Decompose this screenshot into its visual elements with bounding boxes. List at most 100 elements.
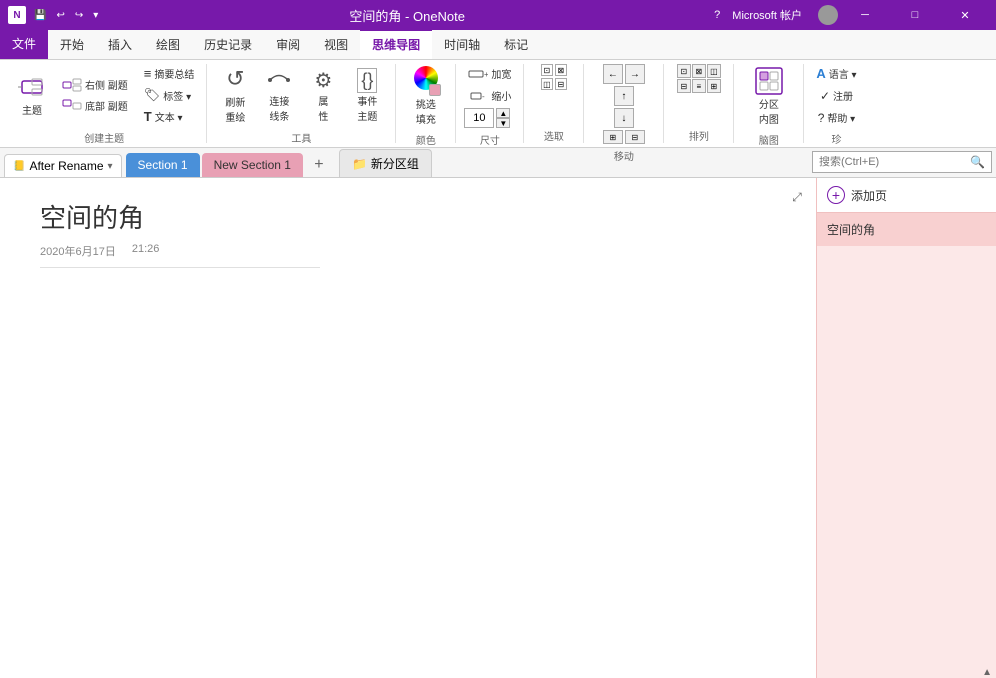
- arrange-btn-5[interactable]: ≡: [692, 79, 706, 93]
- page-date: 2020年6月17日: [40, 243, 116, 259]
- arrange-btn-4[interactable]: ⊟: [677, 79, 691, 93]
- right-sub-icon: [62, 78, 82, 92]
- number-down-button[interactable]: ▼: [496, 118, 510, 128]
- titlebar: N 💾 ↩ ↪ ▾ 空间的角 - OneNote ? Microsoft 帐户 …: [0, 0, 996, 30]
- add-page-button[interactable]: + 添加页: [817, 178, 996, 213]
- main-theme-button[interactable]: 主题: [10, 71, 54, 119]
- page-content: ⤢ 空间的角 2020年6月17日 21:26: [0, 178, 816, 678]
- ribbon-collapse-button[interactable]: ▲: [982, 667, 992, 678]
- shrink-button[interactable]: - 缩小: [464, 86, 515, 105]
- tools-buttons: ↺ 刷新重绘 连接线条 ⚙ 属性 {} 事件主题: [215, 64, 387, 126]
- ribbon-group-mindmap: 分区内图 脑图: [734, 64, 804, 143]
- number-up-button[interactable]: ▲: [496, 108, 510, 118]
- tab-view[interactable]: 视图: [312, 31, 360, 59]
- tab-home[interactable]: 开始: [48, 31, 96, 59]
- arrange-btn-3[interactable]: ◫: [707, 64, 721, 78]
- page-title: 空间的角: [40, 198, 776, 235]
- arrange-btn-6[interactable]: ⊞: [707, 79, 721, 93]
- select-btn-4[interactable]: ⊟: [555, 78, 567, 90]
- create-theme-buttons: 主题 右侧 副题 底部 副题: [10, 64, 198, 126]
- connect-button[interactable]: 连接线条: [259, 65, 299, 125]
- page-item-1[interactable]: 空间的角: [817, 213, 996, 246]
- main-theme-label: 主题: [22, 102, 42, 117]
- tab-file[interactable]: 文件: [0, 29, 48, 59]
- refresh-label: 刷新重绘: [225, 94, 245, 124]
- close-button[interactable]: ✕: [942, 0, 988, 30]
- section-tab-1[interactable]: Section 1: [126, 153, 200, 177]
- search-icon[interactable]: 🔍: [970, 155, 985, 169]
- notebook-tab[interactable]: 📒 After Rename ▾: [4, 154, 122, 177]
- add-width-button[interactable]: + 加宽: [464, 64, 515, 83]
- tab-review[interactable]: 审阅: [264, 31, 312, 59]
- help-btn[interactable]: ? 帮助 ▾: [814, 108, 860, 127]
- select-btn-1[interactable]: ⊡: [541, 64, 553, 76]
- section-tab-new[interactable]: New Section 1: [202, 153, 303, 177]
- titlebar-left: N 💾 ↩ ↪ ▾: [8, 6, 100, 24]
- event-theme-label: 事件主题: [357, 93, 377, 123]
- move-controls: ← → ↑ ↓ ⊞ ⊟: [603, 64, 645, 144]
- minimize-button[interactable]: ─: [842, 0, 888, 30]
- svg-text:-: -: [482, 92, 485, 101]
- quick-access-more[interactable]: ▾: [91, 10, 100, 21]
- section-tabs-bar: 📒 After Rename ▾ Section 1 New Section 1…: [0, 148, 996, 178]
- move-extra-2[interactable]: ⊟: [625, 130, 645, 144]
- register-button[interactable]: ✓ 注册: [816, 86, 857, 105]
- register-label: 注册: [833, 88, 853, 103]
- properties-label: 属性: [318, 93, 328, 123]
- help-button[interactable]: ?: [714, 9, 720, 21]
- arrange-btn-2[interactable]: ⊠: [692, 64, 706, 78]
- language-button[interactable]: A 语言 ▾: [812, 64, 860, 83]
- rare-buttons: A 语言 ▾ ✓ 注册 ? 帮助 ▾: [812, 64, 860, 127]
- bottom-sub-icon: [62, 99, 82, 113]
- section-1-label: Section 1: [138, 158, 188, 172]
- move-up-button[interactable]: ↑: [614, 86, 634, 106]
- properties-button[interactable]: ⚙ 属性: [303, 66, 343, 125]
- restore-button[interactable]: □: [892, 0, 938, 30]
- right-sub-button[interactable]: 右侧 副题: [58, 75, 132, 94]
- move-extra-buttons: ⊞ ⊟: [603, 130, 645, 144]
- move-right-button[interactable]: →: [625, 64, 645, 84]
- section-group-tab[interactable]: 📁 新分区组: [339, 149, 432, 177]
- select-btn-2[interactable]: ⊠: [555, 64, 567, 76]
- add-page-icon: +: [827, 186, 845, 204]
- search-input[interactable]: [819, 156, 970, 168]
- expand-button[interactable]: ⤢: [786, 186, 808, 208]
- select-buttons: ⊡ ⊠ ◫ ⊟: [541, 64, 567, 124]
- add-width-icon: +: [468, 68, 488, 80]
- pick-fill-button[interactable]: 挑选填充: [406, 64, 446, 128]
- move-down-button[interactable]: ↓: [614, 108, 634, 128]
- move-buttons: ← → ↑ ↓ ⊞ ⊟: [603, 64, 645, 144]
- event-theme-button[interactable]: {} 事件主题: [347, 66, 387, 125]
- quick-access-save[interactable]: 💾: [32, 10, 48, 21]
- refresh-button[interactable]: ↺ 刷新重绘: [215, 64, 255, 126]
- ribbon-group-select: ⊡ ⊠ ◫ ⊟ 选取: [524, 64, 584, 143]
- tab-draw[interactable]: 绘图: [144, 31, 192, 59]
- tab-insert[interactable]: 插入: [96, 31, 144, 59]
- move-extra-1[interactable]: ⊞: [603, 130, 623, 144]
- tab-timeline[interactable]: 时间轴: [432, 31, 492, 59]
- ribbon-group-move: ← → ↑ ↓ ⊞ ⊟ 移动: [584, 64, 664, 143]
- move-top-row: ← →: [603, 64, 645, 84]
- add-page-label: 添加页: [851, 187, 887, 204]
- section-inner-button[interactable]: 分区内图: [749, 64, 789, 128]
- ribbon-group-arrange: ⊡ ⊠ ◫ ⊟ ≡ ⊞ 排列: [664, 64, 734, 143]
- svg-text:+: +: [484, 70, 488, 79]
- quick-access-undo[interactable]: ↩: [54, 10, 66, 21]
- move-left-button[interactable]: ←: [603, 64, 623, 84]
- text-button[interactable]: T 文本 ▾: [140, 107, 199, 126]
- tag-button[interactable]: 🏷 标签 ▾: [140, 85, 199, 105]
- select-btn-3[interactable]: ◫: [541, 78, 553, 90]
- arrange-btn-1[interactable]: ⊡: [677, 64, 691, 78]
- help-label: 帮助 ▾: [827, 110, 855, 125]
- tab-history[interactable]: 历史记录: [192, 31, 264, 59]
- arrange-grid: ⊡ ⊠ ◫ ⊟ ≡ ⊞: [677, 64, 721, 93]
- summary-button[interactable]: ≡ 摘要总结: [140, 64, 199, 83]
- bottom-sub-button[interactable]: 底部 副题: [58, 96, 132, 115]
- tab-mindmap[interactable]: 思维导图: [360, 29, 432, 59]
- size-number-input[interactable]: 10: [464, 108, 494, 128]
- quick-access-redo[interactable]: ↪: [73, 10, 85, 21]
- tab-mark[interactable]: 标记: [492, 31, 540, 59]
- notebook-label: After Rename: [29, 159, 103, 173]
- add-section-button[interactable]: +: [307, 153, 331, 177]
- page-time: 21:26: [132, 243, 160, 259]
